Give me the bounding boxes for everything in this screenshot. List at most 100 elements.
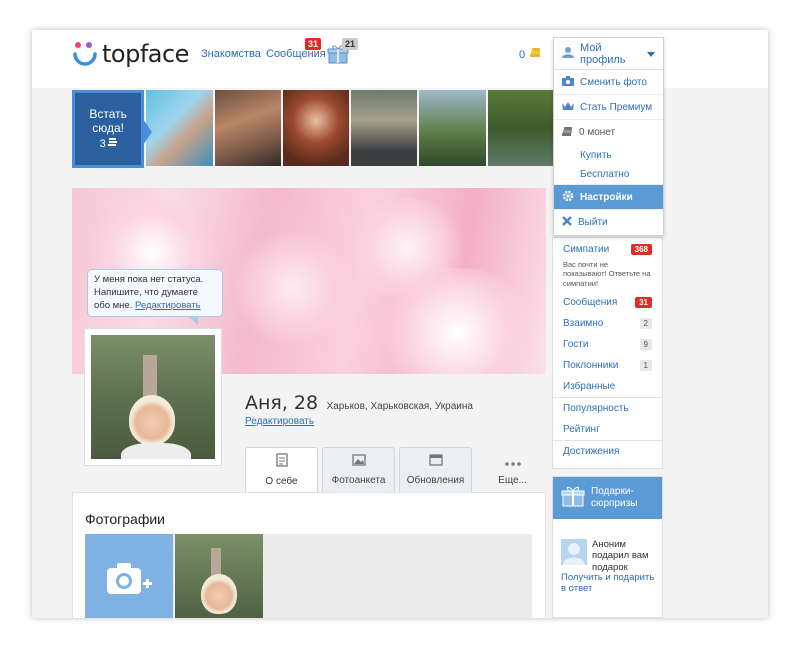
profile-location: Харьков, Харьковская, Украина bbox=[326, 401, 473, 412]
profile-header: Аня, 28 Харьков, Харьковская, Украина Ре… bbox=[245, 392, 473, 427]
strip-photo[interactable] bbox=[419, 90, 486, 166]
avatar-photo bbox=[91, 335, 215, 459]
crown-icon bbox=[562, 101, 574, 114]
photo-shoulders bbox=[121, 443, 191, 459]
strip-join-line1: Встать bbox=[89, 107, 127, 121]
sidebar-item-messages[interactable]: Сообщения 31 bbox=[553, 292, 662, 313]
status-bubble: У меня пока нет статуса. Напишите, что д… bbox=[87, 269, 223, 326]
add-photo-button[interactable] bbox=[85, 534, 173, 618]
camera-plus-icon bbox=[107, 562, 153, 603]
coins-stack-icon bbox=[562, 126, 573, 140]
tab-updates[interactable]: Обновления bbox=[399, 447, 472, 492]
photo-face bbox=[129, 395, 175, 445]
messages-badge: 31 bbox=[305, 38, 322, 50]
sidebar-item-sympathies[interactable]: Симпатии 368 bbox=[553, 239, 662, 260]
gear-icon bbox=[562, 190, 574, 205]
sidebar-item-label: Рейтинг bbox=[563, 424, 600, 436]
free-coins-link[interactable]: Бесплатно bbox=[554, 165, 663, 185]
logout-label: Выйти bbox=[578, 217, 608, 228]
sidebar-item-label: Достижения bbox=[563, 446, 620, 458]
bubble-tail bbox=[188, 316, 198, 326]
sidebar-item-achievements[interactable]: Достижения bbox=[553, 441, 662, 462]
strip-photo[interactable] bbox=[282, 90, 350, 166]
messages-count-badge: 31 bbox=[635, 297, 652, 309]
sidebar-item-popularity[interactable]: Популярность bbox=[553, 398, 662, 419]
strip-join-button[interactable]: Встать сюда! 3 bbox=[72, 90, 153, 168]
settings-label: Настройки bbox=[580, 191, 633, 203]
gifts-title: Подарки-сюрпризы bbox=[591, 486, 638, 509]
photo-thumbnail[interactable] bbox=[175, 534, 263, 618]
profile-name: Аня, 28 bbox=[245, 392, 319, 414]
strip-join-cost-row: 3 bbox=[75, 137, 141, 151]
logo-text: topface bbox=[102, 40, 189, 68]
nav-dating-link[interactable]: Знакомства bbox=[201, 48, 261, 60]
gift-reply-link[interactable]: Получить и подарить в ответ bbox=[561, 572, 661, 595]
chevron-down-icon bbox=[647, 48, 655, 60]
strip-photo[interactable] bbox=[487, 90, 554, 166]
close-icon bbox=[562, 216, 572, 229]
premium-item[interactable]: Стать Премиум bbox=[554, 95, 663, 120]
guests-count-badge: 9 bbox=[639, 339, 652, 351]
tab-label: Еще... bbox=[498, 475, 527, 486]
strip-photo[interactable] bbox=[351, 90, 418, 166]
tab-photo-profile[interactable]: Фотоанкета bbox=[322, 447, 395, 492]
sidebar-item-label: Избранные bbox=[563, 381, 616, 393]
logo[interactable]: topface bbox=[72, 40, 189, 68]
coins-balance-item: 0 монет bbox=[554, 120, 663, 145]
gift-box-icon bbox=[561, 485, 585, 511]
strip-join-line2: сюда! bbox=[92, 121, 125, 136]
featured-strip: Встать сюда! 3 bbox=[72, 90, 554, 168]
fans-count-badge: 1 bbox=[639, 360, 652, 372]
coins-small-icon bbox=[107, 137, 117, 151]
avatar[interactable] bbox=[84, 328, 222, 466]
settings-item[interactable]: Настройки bbox=[554, 185, 663, 210]
strip-photo[interactable] bbox=[146, 90, 213, 166]
tab-label: Обновления bbox=[406, 475, 465, 486]
tab-label: Фотоанкета bbox=[331, 475, 386, 486]
photos-title: Фотографии bbox=[85, 511, 166, 527]
coins-icon bbox=[529, 47, 541, 62]
sidebar-item-rating[interactable]: Рейтинг bbox=[553, 419, 662, 440]
profile-menu-title: Мой профиль bbox=[580, 41, 626, 66]
sidebar-item-label: Популярность bbox=[563, 403, 629, 415]
profile-menu: Мой профиль Сменить фото Стать Премиум 0… bbox=[553, 37, 664, 236]
buy-coins-link[interactable]: Купить bbox=[554, 145, 663, 165]
coins-balance-label: 0 монет bbox=[579, 127, 616, 138]
strip-join-cost: 3 bbox=[99, 137, 106, 150]
profile-tabs: О себе Фотоанкета Обновления Еще... bbox=[245, 447, 549, 493]
profile-edit-link[interactable]: Редактировать bbox=[245, 416, 473, 427]
strip-photo[interactable] bbox=[214, 90, 281, 166]
photos-grid bbox=[85, 534, 532, 618]
gift-entry-text: Аноним подарил вам подарок bbox=[592, 539, 649, 573]
change-photo-item[interactable]: Сменить фото bbox=[554, 70, 663, 95]
change-photo-label: Сменить фото bbox=[580, 76, 647, 88]
sidebar-item-fans[interactable]: Поклонники 1 bbox=[553, 355, 662, 376]
calendar-icon bbox=[428, 453, 443, 469]
sidebar-item-guests[interactable]: Гости 9 bbox=[553, 334, 662, 355]
premium-label: Стать Премиум bbox=[580, 101, 653, 113]
coins-count: 0 bbox=[519, 48, 526, 61]
sidebar-nav: Симпатии 368 Вас почти не показывают! От… bbox=[552, 237, 663, 469]
profile-menu-header[interactable]: Мой профиль bbox=[554, 38, 663, 70]
gifts-widget: Подарки-сюрпризы Аноним подарил вам пода… bbox=[552, 476, 663, 618]
more-icon bbox=[504, 458, 521, 469]
tab-label: О себе bbox=[265, 476, 298, 487]
sympathies-count-badge: 368 bbox=[630, 244, 652, 255]
cover-flower bbox=[232, 228, 352, 348]
sidebar-item-label: Взаимно bbox=[563, 318, 604, 330]
coins-indicator[interactable]: 0 bbox=[519, 47, 541, 62]
sidebar-item-label: Поклонники bbox=[563, 360, 619, 372]
anonymous-avatar-icon bbox=[561, 539, 587, 565]
sidebar-item-favorites[interactable]: Избранные bbox=[553, 376, 662, 397]
sidebar-item-label: Симпатии bbox=[563, 244, 610, 255]
photo-face bbox=[201, 574, 237, 614]
gifts-badge: 21 bbox=[342, 38, 359, 50]
logout-item[interactable]: Выйти bbox=[554, 210, 663, 235]
mutual-count-badge: 2 bbox=[639, 318, 652, 330]
strip-arrow bbox=[143, 119, 153, 145]
gifts-header[interactable]: Подарки-сюрпризы bbox=[553, 477, 662, 519]
status-edit-link[interactable]: Редактировать bbox=[135, 300, 201, 311]
tab-about[interactable]: О себе bbox=[245, 447, 318, 493]
tab-more[interactable]: Еще... bbox=[476, 447, 549, 492]
sidebar-item-mutual[interactable]: Взаимно 2 bbox=[553, 313, 662, 334]
